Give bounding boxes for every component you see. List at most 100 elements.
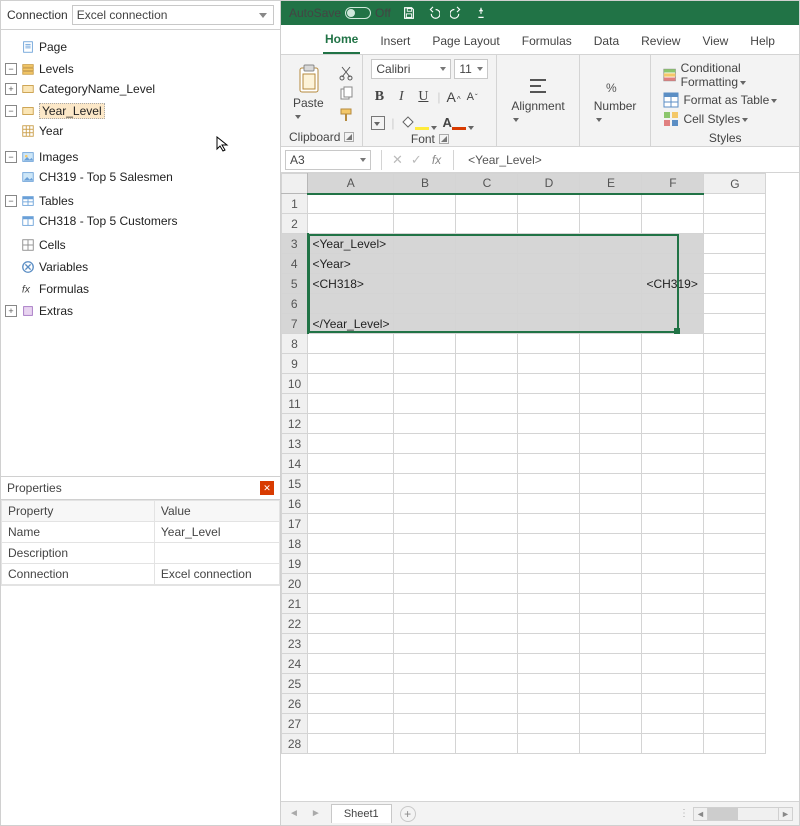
cell-E4[interactable]: [580, 254, 642, 274]
cell-C18[interactable]: [456, 534, 518, 554]
cell-E17[interactable]: [580, 514, 642, 534]
cell-D24[interactable]: [518, 654, 580, 674]
tree-formulas[interactable]: fxFormulas: [5, 280, 276, 298]
cell-D27[interactable]: [518, 714, 580, 734]
row-header-4[interactable]: 4: [282, 254, 308, 274]
row-header-2[interactable]: 2: [282, 214, 308, 234]
cell-G1[interactable]: [704, 194, 766, 214]
cell-A28[interactable]: [308, 734, 394, 754]
row-header-7[interactable]: 7: [282, 314, 308, 334]
cell-B5[interactable]: [394, 274, 456, 294]
cell-E18[interactable]: [580, 534, 642, 554]
cell-E3[interactable]: [580, 234, 642, 254]
cell-E6[interactable]: [580, 294, 642, 314]
row-header-18[interactable]: 18: [282, 534, 308, 554]
cell-F8[interactable]: [642, 334, 704, 354]
cell-C10[interactable]: [456, 374, 518, 394]
cell-G23[interactable]: [704, 634, 766, 654]
formula-input[interactable]: <Year_Level>: [460, 153, 799, 167]
cell-G27[interactable]: [704, 714, 766, 734]
cell-A11[interactable]: [308, 394, 394, 414]
cell-C11[interactable]: [456, 394, 518, 414]
paste-button[interactable]: Paste: [289, 62, 328, 126]
cell-F20[interactable]: [642, 574, 704, 594]
font-size-dropdown[interactable]: 11: [454, 59, 488, 79]
cell-B16[interactable]: [394, 494, 456, 514]
horizontal-scrollbar[interactable]: ◄►: [693, 807, 793, 821]
cell-G21[interactable]: [704, 594, 766, 614]
cell-D25[interactable]: [518, 674, 580, 694]
cell-B18[interactable]: [394, 534, 456, 554]
cell-C22[interactable]: [456, 614, 518, 634]
font-color-button[interactable]: A: [443, 115, 474, 130]
cell-E25[interactable]: [580, 674, 642, 694]
cell-E8[interactable]: [580, 334, 642, 354]
cell-F17[interactable]: [642, 514, 704, 534]
row-header-14[interactable]: 14: [282, 454, 308, 474]
cell-F21[interactable]: [642, 594, 704, 614]
cell-F13[interactable]: [642, 434, 704, 454]
cell-D2[interactable]: [518, 214, 580, 234]
collapse-icon[interactable]: −: [5, 63, 17, 75]
cell-styles-button[interactable]: Cell Styles: [663, 111, 787, 127]
undo-icon[interactable]: [425, 5, 441, 21]
cell-F22[interactable]: [642, 614, 704, 634]
cell-G14[interactable]: [704, 454, 766, 474]
cell-D15[interactable]: [518, 474, 580, 494]
conditional-formatting-button[interactable]: Conditional Formatting: [663, 61, 787, 89]
underline-button[interactable]: U: [415, 89, 431, 105]
cell-C9[interactable]: [456, 354, 518, 374]
cell-D26[interactable]: [518, 694, 580, 714]
tab-view[interactable]: View: [700, 28, 730, 54]
tab-help[interactable]: Help: [748, 28, 777, 54]
properties-col-property[interactable]: Property: [2, 501, 155, 522]
cell-B21[interactable]: [394, 594, 456, 614]
row-header-25[interactable]: 25: [282, 674, 308, 694]
cell-E22[interactable]: [580, 614, 642, 634]
cell-C2[interactable]: [456, 214, 518, 234]
cell-A22[interactable]: [308, 614, 394, 634]
cell-C15[interactable]: [456, 474, 518, 494]
cell-A26[interactable]: [308, 694, 394, 714]
cell-D9[interactable]: [518, 354, 580, 374]
select-all-corner[interactable]: [282, 174, 308, 194]
cell-C5[interactable]: [456, 274, 518, 294]
cell-E2[interactable]: [580, 214, 642, 234]
row-header-13[interactable]: 13: [282, 434, 308, 454]
save-icon[interactable]: [401, 5, 417, 21]
cell-G18[interactable]: [704, 534, 766, 554]
row-header-16[interactable]: 16: [282, 494, 308, 514]
cell-E12[interactable]: [580, 414, 642, 434]
cell-B2[interactable]: [394, 214, 456, 234]
cell-A13[interactable]: [308, 434, 394, 454]
col-header-F[interactable]: F: [642, 174, 704, 194]
cell-A3[interactable]: <Year_Level>: [308, 234, 394, 254]
tree-images[interactable]: −Images: [5, 148, 276, 166]
cell-B25[interactable]: [394, 674, 456, 694]
tree-year[interactable]: Year: [5, 122, 276, 140]
cell-D21[interactable]: [518, 594, 580, 614]
alignment-button[interactable]: Alignment: [505, 73, 570, 129]
tree-levels[interactable]: −Levels: [5, 60, 276, 78]
row-header-23[interactable]: 23: [282, 634, 308, 654]
cell-F18[interactable]: [642, 534, 704, 554]
tree-year-level[interactable]: −Year_Level: [5, 102, 276, 120]
sheet-tab-sheet1[interactable]: Sheet1: [331, 804, 392, 823]
cell-A12[interactable]: [308, 414, 394, 434]
cell-E14[interactable]: [580, 454, 642, 474]
cell-G11[interactable]: [704, 394, 766, 414]
cell-C17[interactable]: [456, 514, 518, 534]
cell-C12[interactable]: [456, 414, 518, 434]
tree-view[interactable]: Page −Levels +CategoryName_Level −Year_L…: [1, 30, 280, 476]
cell-F28[interactable]: [642, 734, 704, 754]
cell-D7[interactable]: [518, 314, 580, 334]
collapse-icon[interactable]: −: [5, 195, 17, 207]
bold-button[interactable]: B: [371, 89, 387, 105]
cell-D23[interactable]: [518, 634, 580, 654]
cell-C8[interactable]: [456, 334, 518, 354]
cell-E11[interactable]: [580, 394, 642, 414]
cell-D5[interactable]: [518, 274, 580, 294]
tree-cells[interactable]: Cells: [5, 236, 276, 254]
cell-C27[interactable]: [456, 714, 518, 734]
cell-A20[interactable]: [308, 574, 394, 594]
